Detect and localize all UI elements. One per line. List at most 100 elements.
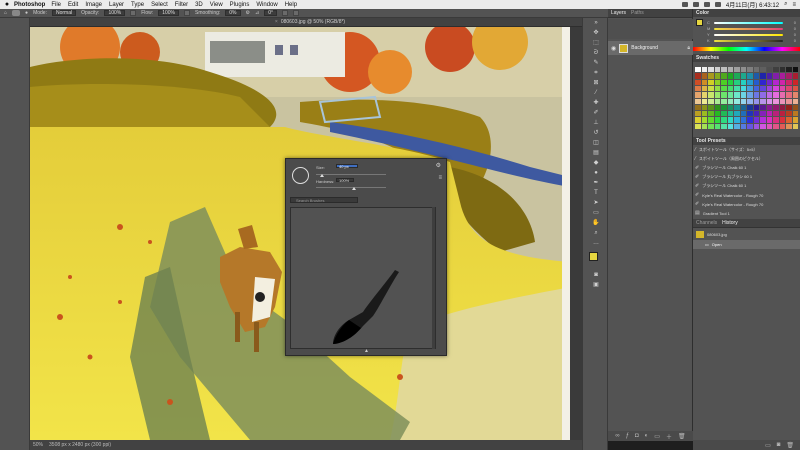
color-swatch[interactable] (786, 73, 792, 79)
color-swatch[interactable] (708, 73, 714, 79)
color-swatch[interactable] (779, 79, 785, 85)
color-swatch[interactable] (766, 117, 772, 123)
color-swatch[interactable] (747, 85, 753, 92)
color-swatch[interactable] (708, 117, 714, 123)
tool-preset-item[interactable]: ⁄ スポイトツール（周囲のピクセル） (695, 155, 775, 163)
color-swatch[interactable] (773, 117, 779, 123)
color-swatch[interactable] (727, 117, 733, 123)
color-swatch[interactable] (708, 85, 714, 92)
color-swatch[interactable] (786, 98, 792, 104)
color-swatch[interactable] (747, 104, 753, 111)
color-swatch[interactable] (786, 111, 792, 117)
magenta-value[interactable]: 0 (786, 26, 796, 31)
size-slider[interactable] (316, 174, 386, 175)
eraser-tool-icon[interactable]: ◫ (592, 140, 600, 146)
color-swatch[interactable] (786, 123, 792, 129)
color-swatch[interactable] (727, 85, 733, 92)
history-state[interactable]: ▭ Open (693, 240, 800, 249)
color-swatch[interactable] (786, 79, 792, 85)
color-swatch[interactable] (773, 123, 779, 129)
fx-icon[interactable]: ƒ (626, 433, 629, 439)
color-swatch[interactable] (753, 98, 759, 104)
brush-size-value[interactable]: ● (25, 10, 28, 16)
blur-tool-icon[interactable]: ◆ (592, 160, 600, 166)
pressure-size-toggle[interactable] (281, 10, 288, 16)
color-swatch[interactable] (708, 104, 714, 111)
color-swatch[interactable] (760, 85, 766, 92)
menu-file[interactable]: File (51, 2, 61, 8)
color-swatch[interactable] (792, 67, 798, 73)
swatches-panel-header[interactable]: Swatches (693, 54, 800, 62)
color-swatch[interactable] (740, 85, 746, 92)
size-slider-knob[interactable] (320, 174, 324, 177)
color-swatch[interactable] (753, 117, 759, 123)
brush-tool-icon[interactable]: ✐ (592, 110, 600, 116)
symmetry-toggle[interactable] (292, 10, 299, 16)
zoom-readout[interactable]: 50% (33, 442, 43, 448)
color-swatch[interactable] (786, 92, 792, 98)
color-swatch[interactable] (760, 92, 766, 98)
color-swatch[interactable] (714, 73, 720, 79)
color-swatch[interactable] (753, 79, 759, 85)
color-swatch[interactable] (792, 85, 798, 92)
color-swatch[interactable] (721, 92, 727, 98)
app-menu[interactable]: Photoshop (14, 2, 45, 8)
magenta-bar[interactable] (714, 27, 783, 30)
menu-view[interactable]: View (210, 2, 223, 8)
mode-dropdown[interactable]: Normal (51, 10, 77, 16)
pressure-opacity-toggle[interactable] (130, 10, 137, 16)
tool-preset-item[interactable]: ✐ ブラシツール Chalk 60 1 (695, 164, 775, 172)
color-swatch[interactable] (740, 123, 746, 129)
color-swatch[interactable] (753, 111, 759, 117)
color-swatch[interactable] (701, 123, 707, 129)
color-swatch[interactable] (766, 123, 772, 129)
color-swatch[interactable] (753, 92, 759, 98)
cyan-value[interactable]: 0 (786, 20, 796, 25)
tool-preset-item[interactable]: ▤ Gradient Tool 1 (695, 209, 775, 217)
color-swatch[interactable] (721, 85, 727, 92)
yellow-value[interactable]: 0 (786, 32, 796, 37)
menu-filter[interactable]: Filter (175, 2, 188, 8)
opacity-field[interactable]: 100% (104, 10, 126, 16)
color-swatch[interactable] (747, 98, 753, 104)
color-swatch[interactable] (727, 104, 733, 111)
more-tools-icon[interactable]: … (592, 240, 600, 246)
color-swatch[interactable] (779, 67, 785, 73)
brush-angle-roundness-preview[interactable] (292, 167, 309, 184)
color-swatch[interactable] (747, 79, 753, 85)
menu-layer[interactable]: Layer (109, 2, 124, 8)
color-swatch[interactable] (779, 104, 785, 111)
new-layer-icon[interactable]: ＋ (666, 432, 672, 441)
color-swatch[interactable] (773, 85, 779, 92)
color-swatch[interactable] (766, 98, 772, 104)
swatch-grid[interactable] (695, 67, 798, 129)
menu-3d[interactable]: 3D (195, 2, 203, 8)
tab-paths[interactable]: Paths (631, 10, 644, 16)
color-swatch[interactable] (766, 67, 772, 73)
control-center-icon[interactable]: ≡ (792, 2, 796, 8)
color-swatch[interactable] (695, 123, 701, 129)
document-tab[interactable]: × 080603.jpg @ 50% (RGB/8*) (30, 18, 590, 27)
camera-icon[interactable]: ◙ (777, 442, 781, 448)
dodge-tool-icon[interactable]: ● (592, 170, 600, 176)
airbrush-toggle[interactable] (183, 10, 190, 16)
color-swatch[interactable] (779, 98, 785, 104)
color-swatch[interactable] (727, 92, 733, 98)
color-swatch[interactable] (714, 92, 720, 98)
path-selection-tool-icon[interactable]: ➤ (592, 200, 600, 206)
color-swatch[interactable] (721, 104, 727, 111)
color-swatch[interactable] (747, 123, 753, 129)
color-swatch[interactable] (766, 73, 772, 79)
black-value[interactable]: 0 (786, 38, 796, 43)
brush-search-input[interactable]: Search Brushes (290, 197, 358, 203)
color-swatch[interactable] (721, 111, 727, 117)
gradient-tool-icon[interactable]: ▤ (592, 150, 600, 156)
color-swatch[interactable] (753, 73, 759, 79)
brush-list[interactable] (290, 207, 436, 349)
color-swatch[interactable] (721, 67, 727, 73)
color-swatch[interactable] (760, 123, 766, 129)
color-swatch[interactable] (760, 111, 766, 117)
color-swatch[interactable] (779, 111, 785, 117)
color-swatch[interactable] (747, 67, 753, 73)
smoothing-field[interactable]: 0% (225, 10, 241, 16)
